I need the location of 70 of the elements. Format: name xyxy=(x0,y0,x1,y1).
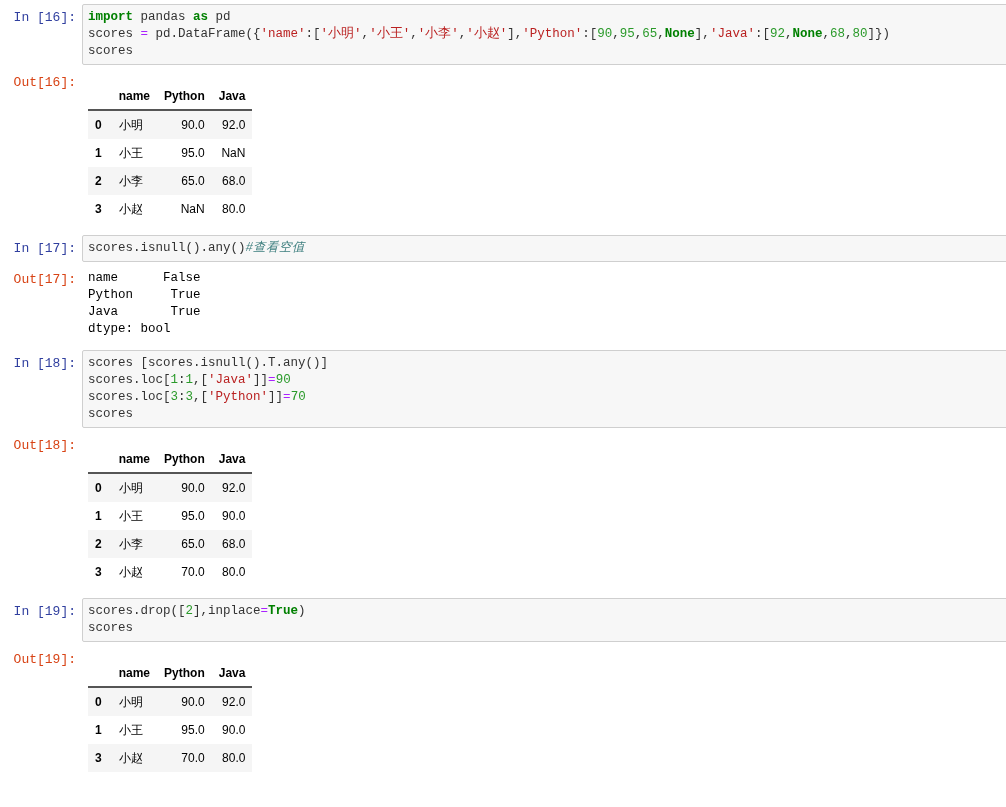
table-cell: 小明 xyxy=(111,110,158,139)
code-line: scores xyxy=(88,43,133,60)
table-cell: 68.0 xyxy=(211,167,253,195)
table-cell: 90.0 xyxy=(157,110,212,139)
row-index: 3 xyxy=(88,195,112,223)
table-cell: 小赵 xyxy=(111,558,158,586)
row-index: 2 xyxy=(88,167,112,195)
output-line: dtype: bool xyxy=(88,321,171,338)
code-line: scores = pd.DataFrame({'name':['小明','小王','小李','小赵'],'Python':[90,95,65,None],'Java':[92,None,68,80]}) xyxy=(88,26,891,43)
input-prompt: In [18]: xyxy=(12,355,77,371)
input-prompt: In [17]: xyxy=(12,240,77,256)
code-line: scores.isnull().any()#查看空值 xyxy=(88,240,306,257)
input-prompt: In [16]: xyxy=(12,9,77,25)
row-index: 3 xyxy=(88,744,112,772)
table-cell: 小王 xyxy=(111,716,158,744)
table-cell: 小李 xyxy=(111,167,158,195)
code-line: scores.loc[1:1,['Java']]=90 xyxy=(88,372,291,389)
table-cell: 65.0 xyxy=(157,530,212,558)
table-cell: 90.0 xyxy=(157,687,212,716)
table-cell: 小明 xyxy=(111,473,158,502)
code-cell[interactable]: import pandas as pd scores = pd.DataFrame({'name':['小明','小王','小李','小赵'],'Python':[90,95,65,None],'Java':[92,None,68,80]}) scores xyxy=(82,4,1006,65)
code-line: scores.loc[3:3,['Python']]=70 xyxy=(88,389,306,406)
table-cell: 80.0 xyxy=(211,744,253,772)
table-cell: 92.0 xyxy=(211,687,253,716)
row-index: 1 xyxy=(88,716,112,744)
table-cell: 小赵 xyxy=(111,195,158,223)
code-cell[interactable]: scores.isnull().any()#查看空值 xyxy=(82,235,1006,262)
code-line: scores xyxy=(88,406,133,423)
table-cell: 80.0 xyxy=(211,558,253,586)
code-cell[interactable]: scores [scores.isnull().T.any()] scores.loc[1:1,['Java']]=90 scores.loc[3:3,['Python']]=70 scores xyxy=(82,350,1006,428)
row-index: 1 xyxy=(88,139,112,167)
code-cell[interactable]: scores.drop([2],inplace=True) scores xyxy=(82,598,1006,642)
table-cell: 65.0 xyxy=(157,167,212,195)
row-index: 3 xyxy=(88,558,112,586)
table-cell: 92.0 xyxy=(211,473,253,502)
code-line: scores.drop([2],inplace=True) xyxy=(88,603,306,620)
input-prompt: In [19]: xyxy=(12,603,77,619)
table-cell: 70.0 xyxy=(157,558,212,586)
output-line: name False xyxy=(88,270,201,287)
table-cell: 小赵 xyxy=(111,744,158,772)
code-line: scores xyxy=(88,620,133,637)
table-cell: 90.0 xyxy=(211,502,253,530)
table-cell: 小李 xyxy=(111,530,158,558)
code-line: scores [scores.isnull().T.any()] xyxy=(88,355,329,372)
table-cell: 95.0 xyxy=(157,716,212,744)
output-line: Python True xyxy=(88,287,201,304)
row-index: 2 xyxy=(88,530,112,558)
output-prompt: Out[18]: xyxy=(12,437,77,453)
table-cell: 95.0 xyxy=(157,502,212,530)
table-cell: 70.0 xyxy=(157,744,212,772)
row-index: 1 xyxy=(88,502,112,530)
table-cell: 95.0 xyxy=(157,139,212,167)
output-prompt: Out[17]: xyxy=(12,271,77,287)
table-cell: 90.0 xyxy=(157,473,212,502)
row-index: 0 xyxy=(88,687,112,716)
table-cell: 80.0 xyxy=(211,195,253,223)
table-cell: 小明 xyxy=(111,687,158,716)
table-cell: 68.0 xyxy=(211,530,253,558)
table-cell: 90.0 xyxy=(211,716,253,744)
output-line: Java True xyxy=(88,304,201,321)
table-cell: NaN xyxy=(211,139,253,167)
row-index: 0 xyxy=(88,473,112,502)
row-index: 0 xyxy=(88,110,112,139)
table-cell: 小王 xyxy=(111,139,158,167)
code-line: import pandas as pd xyxy=(88,9,231,26)
table-cell: NaN xyxy=(157,195,212,223)
table-cell: 92.0 xyxy=(211,110,253,139)
table-cell: 小王 xyxy=(111,502,158,530)
output-prompt: Out[16]: xyxy=(12,74,77,90)
output-prompt: Out[19]: xyxy=(12,651,77,667)
